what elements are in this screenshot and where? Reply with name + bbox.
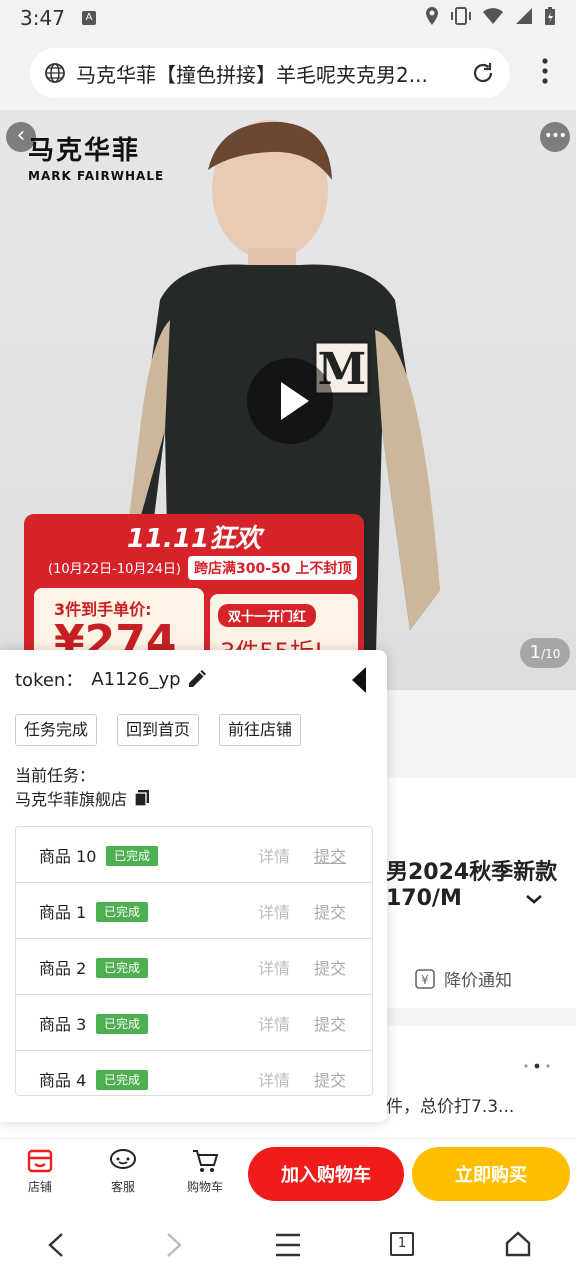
task-panel: token： A1126_yp 任务完成 回到首页 前往店铺 当前任务： 马克华… xyxy=(0,650,387,1122)
token-row: token： A1126_yp xyxy=(15,666,181,692)
promo-headline: 11.11狂欢 xyxy=(126,524,262,554)
product-title-line2: 170/M xyxy=(386,886,462,911)
submit-link[interactable]: 提交 xyxy=(314,843,346,867)
status-badge: 已完成 xyxy=(96,958,149,978)
home-icon[interactable] xyxy=(504,1230,532,1258)
item-name: 商品 2 xyxy=(39,959,87,978)
carousel-dots-icon xyxy=(524,1063,550,1069)
detail-link[interactable]: 详情 xyxy=(258,843,290,867)
chat-icon xyxy=(110,1149,136,1169)
globe-icon xyxy=(45,63,65,83)
detail-link[interactable]: 详情 xyxy=(258,1011,290,1035)
vibrate-icon xyxy=(451,7,471,25)
menu-icon[interactable] xyxy=(274,1232,302,1258)
brand-logo: 马克华菲 MARK FAIRWHALE xyxy=(28,130,164,183)
add-to-cart-button[interactable]: 加入购物车 xyxy=(248,1147,404,1201)
cart-tab[interactable]: 购物车 xyxy=(175,1147,235,1195)
back-arrow-icon[interactable]: ‹ xyxy=(6,122,36,152)
list-item: 商品 3 已完成 详情 提交 xyxy=(16,995,372,1051)
store-name: 马克华菲旗舰店 xyxy=(15,790,128,809)
expand-chevron-icon[interactable] xyxy=(524,892,544,906)
price-alert[interactable]: ¥ 降价通知 xyxy=(414,966,512,991)
wifi-icon xyxy=(483,8,503,24)
detail-link[interactable]: 详情 xyxy=(258,1067,290,1091)
notification-a-icon: A xyxy=(82,11,96,25)
list-item: 商品 1 已完成 详情 提交 xyxy=(16,883,372,939)
detail-link[interactable]: 详情 xyxy=(258,899,290,923)
shop-label: 店铺 xyxy=(27,1180,52,1194)
counter-total: /10 xyxy=(541,647,561,661)
status-bar: 3:47 A xyxy=(0,0,576,36)
status-badge: 已完成 xyxy=(96,1014,149,1034)
bottom-action-bar: 店铺 客服 购物车 加入购物车 立即购买 xyxy=(0,1138,576,1208)
battery-icon xyxy=(545,7,555,25)
buy-now-button[interactable]: 立即购买 xyxy=(412,1147,570,1201)
detail-link[interactable]: 详情 xyxy=(258,955,290,979)
image-counter: 1/10 xyxy=(520,638,570,668)
cart-label: 购物车 xyxy=(186,1180,223,1194)
status-icons xyxy=(424,6,556,26)
submit-link[interactable]: 提交 xyxy=(314,899,346,923)
back-icon[interactable] xyxy=(46,1232,66,1258)
product-title-line1: 男2024秋季新款 xyxy=(386,860,558,885)
location-icon xyxy=(426,7,438,25)
task-list: 商品 10 已完成 详情 提交 商品 1 已完成 详情 提交 商品 2 已完成 … xyxy=(15,826,373,1096)
price-alert-icon: ¥ xyxy=(415,968,435,989)
signal-icon xyxy=(516,8,532,24)
go-store-button[interactable]: 前往店铺 xyxy=(219,714,302,746)
task-done-button[interactable]: 任务完成 xyxy=(15,714,98,746)
brand-name-cn: 马克华菲 xyxy=(28,136,141,166)
forward-icon[interactable] xyxy=(164,1232,184,1258)
copy-icon[interactable] xyxy=(133,789,151,807)
home-button[interactable]: 回到首页 xyxy=(117,714,200,746)
token-value: A1126_yp xyxy=(91,668,181,690)
service-tab[interactable]: 客服 xyxy=(93,1147,153,1195)
product-image[interactable]: M 马克华菲 MARK FAIRWHALE ‹ ••• 11.11狂欢 (10月… xyxy=(0,110,576,690)
shop-tab[interactable]: 店铺 xyxy=(10,1147,70,1195)
browser-toolbar: 马克华菲【撞色拼接】羊毛呢夹克男2... xyxy=(0,36,576,110)
page-title: 马克华菲【撞色拼接】羊毛呢夹克男2... xyxy=(76,62,428,87)
submit-link[interactable]: 提交 xyxy=(314,955,346,979)
submit-link[interactable]: 提交 xyxy=(314,1067,346,1091)
current-task-label: 当前任务： xyxy=(15,766,96,785)
item-name: 商品 4 xyxy=(39,1071,87,1090)
current-task-store: 马克华菲旗舰店 xyxy=(15,786,151,810)
edit-icon[interactable] xyxy=(186,666,210,690)
play-video-icon[interactable] xyxy=(247,358,333,444)
token-label: token： xyxy=(15,670,84,691)
brand-name-en: MARK FAIRWHALE xyxy=(28,169,165,183)
price-alert-label: 降价通知 xyxy=(444,971,512,991)
reload-icon[interactable] xyxy=(470,60,496,86)
item-name: 商品 3 xyxy=(39,1015,87,1034)
promo-deal: 跨店满300-50 上不封顶 xyxy=(188,556,358,580)
url-bar[interactable]: 马克华菲【撞色拼接】羊毛呢夹克男2... xyxy=(30,48,510,98)
cart-icon xyxy=(193,1150,219,1172)
list-item: 商品 2 已完成 详情 提交 xyxy=(16,939,372,995)
collapse-arrow-icon[interactable] xyxy=(350,666,368,694)
more-vert-icon[interactable] xyxy=(542,58,548,84)
service-label: 客服 xyxy=(110,1180,135,1194)
status-time: 3:47 xyxy=(20,6,65,30)
more-dots-icon[interactable]: ••• xyxy=(540,122,570,152)
system-nav-bar: 1 xyxy=(0,1208,576,1280)
svg-text:¥: ¥ xyxy=(421,973,429,987)
counter-current: 1 xyxy=(529,642,542,663)
status-badge: 已完成 xyxy=(96,1070,149,1090)
promo-summary-text: 件，总价打7.3... xyxy=(386,1097,515,1117)
list-item: 商品 10 已完成 详情 提交 xyxy=(16,827,372,883)
item-name: 商品 1 xyxy=(39,903,87,922)
shop-icon xyxy=(27,1149,53,1173)
list-item: 商品 4 已完成 详情 提交 xyxy=(16,1051,372,1095)
item-name: 商品 10 xyxy=(39,847,97,866)
status-badge: 已完成 xyxy=(106,846,159,866)
promo-tag: 双十一开门红 xyxy=(218,604,317,627)
tabs-icon[interactable]: 1 xyxy=(390,1232,414,1256)
submit-link[interactable]: 提交 xyxy=(314,1011,346,1035)
status-badge: 已完成 xyxy=(96,902,149,922)
promo-date: (10月22日-10月24日) xyxy=(48,562,182,577)
